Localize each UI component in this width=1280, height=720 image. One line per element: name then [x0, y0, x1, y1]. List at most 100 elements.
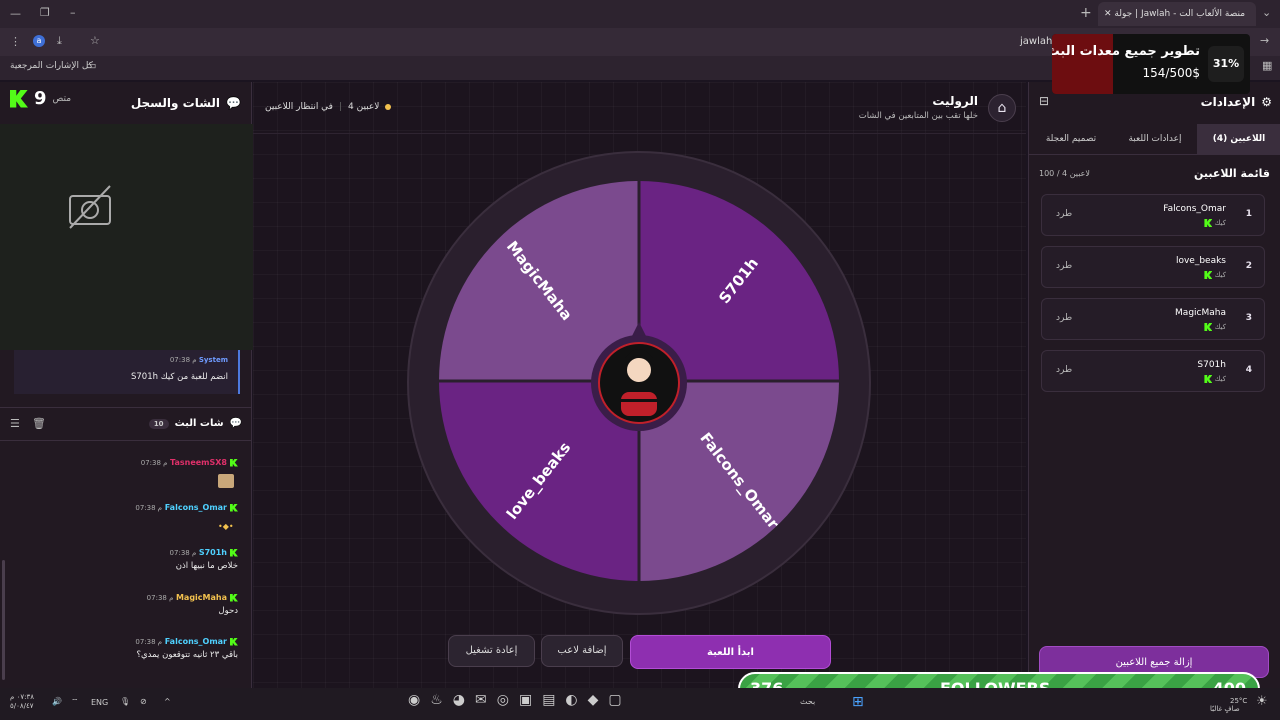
kick-player-button[interactable]: طرد — [1056, 313, 1072, 323]
network-icon[interactable]: ⊘ — [140, 697, 147, 706]
kick-icon — [230, 637, 238, 646]
platform-label: كيك — [1214, 375, 1226, 383]
viewer-badge: 9 متص — [10, 88, 71, 109]
goal-title: تطوير جميع معدات البث — [1052, 44, 1200, 59]
connected-status: متص — [52, 93, 72, 104]
bookmarks-all-label[interactable]: كل الإشارات المرجعية — [10, 61, 93, 71]
player-rank: 3 — [1245, 313, 1252, 323]
chat-message: 07:38 م MagicMaha دحول — [0, 593, 238, 616]
clock[interactable]: ٠٧:٣٨ م ٥/٠٨/٤٧ — [10, 693, 34, 711]
tab-game-settings[interactable]: إعدادات اللعبة — [1113, 124, 1197, 154]
browser-tab[interactable]: ✕ جولة | Jawlah - منصة الألعاب الت — [1098, 2, 1256, 26]
back-arrow-icon[interactable]: → — [1260, 34, 1269, 47]
download-icon[interactable]: ⤓ — [57, 34, 62, 48]
steam-icon[interactable]: ♨ — [430, 692, 443, 708]
browser-tab-strip: — ❐ – + ✕ جولة | Jawlah - منصة الألعاب ا… — [0, 0, 1280, 28]
start-game-button[interactable]: ابدأ اللعبة — [630, 635, 831, 669]
kick-icon — [1204, 375, 1213, 383]
viewer-count: 9 — [34, 88, 47, 109]
chat-message: 07:38 م Falcons_Omar باقي ٢٣ ثانيه تتوقعو… — [0, 637, 238, 660]
copilot-icon[interactable]: ◆ — [588, 692, 599, 708]
bookmark-star-icon[interactable]: ☆ — [90, 34, 100, 47]
wifi-icon[interactable]: ⌔ — [71, 697, 79, 707]
add-player-button[interactable]: إضافة لاعب — [541, 635, 623, 667]
message-time: 07:38 م — [135, 638, 163, 646]
goal-percent: 31% — [1208, 46, 1244, 82]
system-message: 07:38 م System S701h انضم للعبة من كيك — [14, 350, 240, 394]
chat-panel-title: الشات والسجل — [130, 96, 221, 110]
settings-header: الإعدادات ⚙ — [1201, 95, 1272, 109]
tab-search-icon[interactable]: ⌄ — [1262, 6, 1271, 19]
home-icon[interactable]: ⌂ — [988, 94, 1016, 122]
message-author[interactable]: S701h — [199, 548, 227, 557]
player-rank: 4 — [1245, 365, 1252, 375]
apps-grid-icon[interactable]: ▦ — [1262, 59, 1272, 72]
mic-icon[interactable]: 🎙 — [120, 697, 130, 706]
player-rank: 1 — [1245, 209, 1252, 219]
donation-goal-overlay: 31% تطوير جميع معدات البث 154/500$ — [1052, 34, 1250, 94]
message-author[interactable]: Falcons_Omar — [165, 637, 227, 646]
weather-text: صافٍ غالبًا — [1210, 705, 1240, 713]
kick-icon — [230, 458, 238, 467]
profile-avatar[interactable]: a — [33, 35, 45, 47]
clock-date: ٥/٠٨/٤٧ — [10, 702, 34, 710]
kick-player-button[interactable]: طرد — [1056, 209, 1072, 219]
players-list-title: قائمة اللاعبين — [1194, 167, 1270, 180]
message-author[interactable]: MagicMaha — [176, 593, 227, 602]
minimize-icon[interactable]: — — [10, 7, 21, 20]
language-indicator[interactable]: ENG — [91, 698, 108, 707]
stream-chat-icon: 💬 — [229, 418, 242, 429]
kick-player-button[interactable]: طرد — [1056, 261, 1072, 271]
system-text: S701h انضم للعبة من كيك — [130, 372, 228, 382]
lobby-status: في انتظار اللاعبين | 4 لاعبين — [265, 102, 392, 112]
chrome-icon[interactable]: ◎ — [497, 692, 509, 708]
taskbar: ٠٧:٣٨ م ٥/٠٨/٤٧ 🔊 ⌔ ENG 🎙 ⊘ ^ ◉ ♨ ◕ ✉ ◎ … — [0, 688, 1280, 720]
chat-scrollbar[interactable] — [2, 560, 5, 680]
windows-start-icon[interactable]: ⊞ — [852, 694, 864, 710]
emote-icon: •◆• — [218, 522, 234, 531]
explorer-icon[interactable]: ▤ — [542, 692, 555, 708]
store-icon[interactable]: ▣ — [519, 692, 532, 708]
restore-icon[interactable]: ❐ — [40, 6, 50, 19]
emote-image — [218, 474, 234, 488]
player-row: 4 S701h كيك طرد — [1041, 350, 1265, 392]
new-tab-minus-icon[interactable]: – — [70, 6, 76, 19]
collapse-panel-icon[interactable]: ⊟ — [1039, 94, 1049, 108]
system-time: 07:38 م — [169, 356, 197, 364]
player-name: MagicMaha — [1175, 308, 1226, 318]
chat-message: 07:38 م Falcons_Omar — [0, 503, 238, 516]
restart-button[interactable]: إعادة تشغيل — [448, 635, 535, 667]
tray-chevron-icon[interactable]: ^ — [164, 697, 171, 706]
volume-icon[interactable]: 🔊 — [52, 697, 62, 706]
trash-icon[interactable]: 🗑 — [32, 417, 46, 430]
close-tab-icon[interactable]: ✕ — [1104, 9, 1112, 19]
roulette-wheel[interactable]: S701hFalcons_Omarlove_beaksMagicMaha — [406, 150, 872, 616]
kick-icon — [1204, 271, 1213, 279]
window-icon[interactable]: ▢ — [608, 692, 621, 708]
kick-player-button[interactable]: طرد — [1056, 365, 1072, 375]
align-icon[interactable]: ☰ — [10, 417, 20, 430]
new-tab-icon[interactable]: + — [1080, 5, 1092, 21]
message-author[interactable]: Falcons_Omar — [165, 503, 227, 512]
tab-wheel-design[interactable]: تصميم العجلة — [1029, 124, 1113, 154]
message-time: 07:38 م — [140, 459, 168, 467]
chat-message: 07:38 م TasneemSX8 — [0, 458, 238, 471]
taskbar-search[interactable]: بحث — [800, 697, 815, 706]
edge-icon[interactable]: ◐ — [565, 692, 577, 708]
player-rank: 2 — [1245, 261, 1252, 271]
discord-icon[interactable]: ◕ — [453, 692, 465, 708]
obs-icon[interactable]: ◉ — [408, 692, 420, 708]
weather-icon: ☀ — [1256, 694, 1268, 709]
settings-panel: الإعدادات ⚙ ⊟ اللاعبين (4) إعدادات اللعب… — [1028, 82, 1280, 688]
message-author[interactable]: TasneemSX8 — [170, 458, 227, 467]
message-text: دحول — [218, 606, 238, 616]
tab-players[interactable]: اللاعبين (4) — [1197, 124, 1280, 154]
avatar-stripe — [621, 399, 657, 402]
stream-chat-count: 10 — [148, 418, 169, 429]
kick-icon — [230, 503, 238, 512]
platform-label: كيك — [1214, 271, 1226, 279]
players-list-count: 100 / 4 لاعبين — [1039, 169, 1090, 178]
mail-icon[interactable]: ✉ — [475, 692, 487, 708]
menu-dots-icon[interactable]: ⋮ — [10, 35, 21, 48]
kick-logo-icon — [10, 89, 28, 108]
